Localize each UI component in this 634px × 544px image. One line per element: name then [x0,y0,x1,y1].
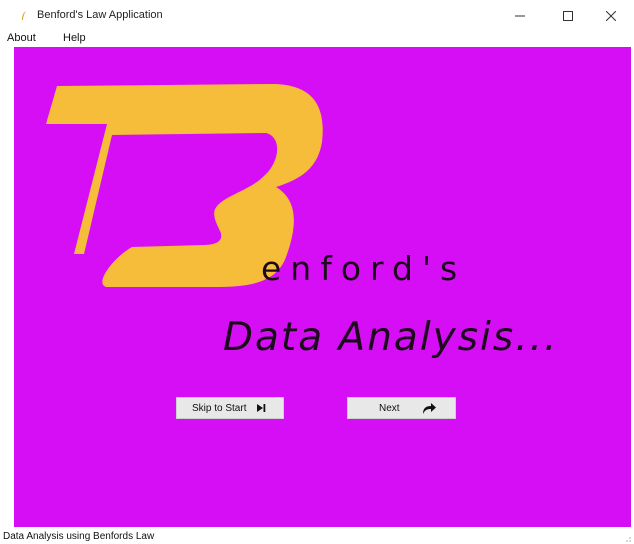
splash-panel: enford's Data Analysis... Skip to Start … [14,47,631,527]
close-icon [606,11,616,21]
tagline-text: Data Analysis... [223,315,559,360]
maximize-button[interactable] [545,0,591,32]
minimize-button[interactable] [497,0,543,32]
feather-icon [22,11,26,20]
menu-item-about[interactable]: About [7,32,36,44]
resize-grip-icon[interactable] [623,534,631,542]
minimize-icon [515,15,525,17]
logo-b-inner-cut [118,197,214,233]
close-button[interactable] [588,0,634,32]
redo-arrow-icon [422,403,436,414]
title-bar[interactable]: Benford's Law Application [0,0,634,32]
maximize-icon [563,11,573,21]
skip-to-start-label: Skip to Start [192,402,247,414]
enford-heading: enford's [261,249,467,288]
menu-bar: About Help [0,31,634,47]
menu-item-help[interactable]: Help [63,32,86,44]
skip-to-start-button[interactable]: Skip to Start [176,397,284,419]
status-bar: Data Analysis using Benfords Law [0,527,634,544]
window-title: Benford's Law Application [37,9,163,21]
next-label: Next [379,402,400,414]
next-button[interactable]: Next [347,397,456,419]
application-window: Benford's Law Application About Help enf… [0,0,634,544]
status-text: Data Analysis using Benfords Law [3,531,155,542]
skip-to-end-icon [257,404,266,412]
